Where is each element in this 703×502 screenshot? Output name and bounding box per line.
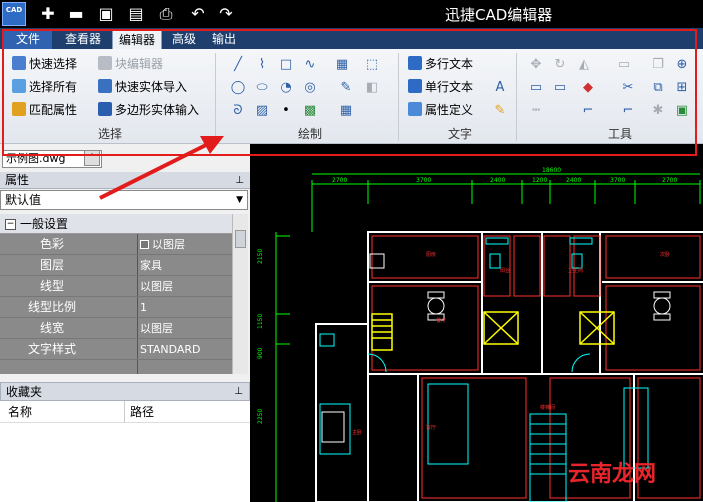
dim-label: 3700 — [416, 177, 431, 184]
prop-name: 图层 — [40, 258, 65, 272]
section-general[interactable]: − 一般设置 — [0, 214, 232, 234]
prop-row[interactable]: 线型比例 1 — [0, 297, 232, 318]
save-as-icon[interactable]: ▤ — [126, 4, 146, 24]
favorites-columns: 名称 路径 — [0, 401, 250, 423]
floor-plan: 2700 3700 2400 1200 2400 3700 2700 18600… — [257, 167, 703, 502]
dim-label: 1200 — [532, 177, 547, 184]
prop-name: 线宽 — [40, 321, 65, 335]
room-label: 卫生间 — [568, 267, 583, 274]
favorites-header: 收藏夹 ⊥ — [0, 382, 250, 401]
room-label: 楼梯间 — [540, 404, 555, 411]
watermark: 云南龙网 — [568, 462, 657, 487]
properties-grid: − 一般设置 色彩 以图层 图层 家具 线型 以图层 线型比例 1 线宽 以图层 文字样式 S… — [0, 214, 232, 374]
properties-header: 属性 ⊥ — [0, 172, 250, 189]
pin-icon[interactable]: ⊥ — [235, 172, 244, 189]
dim-label: 3700 — [610, 177, 625, 184]
prop-name: 线型 — [40, 279, 65, 293]
dim-label: 2700 — [662, 177, 677, 184]
pin-icon[interactable]: ⊥ — [234, 383, 243, 401]
overall-dim-label: 18600 — [542, 167, 561, 174]
save-icon[interactable]: ▣ — [96, 4, 116, 24]
undo-icon[interactable]: ↶ — [188, 4, 208, 24]
prop-value[interactable]: 以图层 — [140, 234, 185, 255]
dim-label: 2400 — [566, 177, 581, 184]
prop-name: 色彩 — [40, 237, 65, 251]
dimension-labels: 2700 3700 2400 1200 2400 3700 2700 18600… — [257, 167, 677, 424]
prop-row[interactable]: 线型 以图层 — [0, 276, 232, 297]
prop-value[interactable]: 以图层 — [140, 318, 173, 339]
prop-row[interactable]: 图层 家具 — [0, 255, 232, 276]
open-icon[interactable]: ▬ — [66, 4, 86, 24]
room-label: 厨房 — [426, 251, 436, 258]
dim-label: 2400 — [490, 177, 505, 184]
room-label: 主卧 — [352, 429, 362, 436]
prop-value-text: 以图层 — [152, 238, 185, 251]
app-logo-text: CAD — [5, 6, 23, 14]
new-icon[interactable]: ✚ — [38, 4, 58, 24]
prop-name: 文字样式 — [28, 342, 77, 356]
prop-row[interactable]: 线宽 以图层 — [0, 318, 232, 339]
selector-value: 默认值 — [5, 193, 42, 207]
dim-label: 900 — [257, 347, 264, 359]
prop-row[interactable]: 色彩 以图层 — [0, 234, 232, 255]
dim-label: 2700 — [332, 177, 347, 184]
elevator-shafts — [371, 311, 615, 351]
prop-value[interactable]: 家具 — [140, 255, 162, 276]
dim-label: 2150 — [257, 249, 264, 264]
column-divider — [124, 401, 125, 423]
print-icon[interactable]: ⎙ — [156, 4, 176, 24]
drawing-canvas[interactable]: 2700 3700 2400 1200 2400 3700 2700 18600… — [250, 144, 703, 502]
section-label: 一般设置 — [20, 217, 69, 231]
app-title: 迅捷CAD编辑器 — [445, 6, 553, 24]
prop-value[interactable]: STANDARD — [140, 339, 201, 360]
favorites-title: 收藏夹 — [6, 385, 43, 399]
collapse-icon[interactable]: − — [5, 219, 16, 230]
dim-label: 1150 — [257, 314, 264, 329]
column-path[interactable]: 路径 — [130, 401, 154, 423]
room-label: 阳台 — [500, 267, 510, 274]
dim-label: 2250 — [257, 409, 264, 424]
prop-value[interactable]: 以图层 — [140, 276, 173, 297]
column-name[interactable]: 名称 — [8, 401, 32, 423]
color-swatch-icon — [140, 240, 149, 249]
scrollbar-thumb[interactable] — [235, 230, 246, 248]
room-label: 餐厅 — [436, 317, 446, 324]
room-label: 次卧 — [660, 251, 670, 258]
redo-icon[interactable]: ↷ — [216, 4, 236, 24]
favorites-list[interactable] — [0, 423, 250, 502]
prop-value[interactable]: 1 — [140, 297, 147, 318]
app-logo[interactable]: CAD — [2, 2, 26, 26]
annotation-box — [2, 29, 697, 156]
prop-row[interactable]: 文字样式 STANDARD — [0, 339, 232, 360]
dropdown-arrow-icon: ▼ — [236, 195, 243, 205]
properties-selector[interactable]: 默认值 ▼ — [0, 190, 248, 210]
properties-scrollbar[interactable] — [232, 214, 248, 374]
top-dimensions — [275, 173, 701, 502]
properties-title: 属性 — [5, 173, 30, 187]
left-panel: 示例图.dwg ⌃ 属性 ⊥ 默认值 ▼ − 一般设置 色彩 以图层 图层 家具 线型 以图… — [0, 144, 250, 502]
room-label: 客厅 — [426, 424, 436, 431]
title-bar: CAD ✚ ▬ ▣ ▤ ⎙ ↶ ↷ 迅捷CAD编辑器 — [0, 0, 703, 28]
prop-name: 线型比例 — [28, 300, 77, 314]
